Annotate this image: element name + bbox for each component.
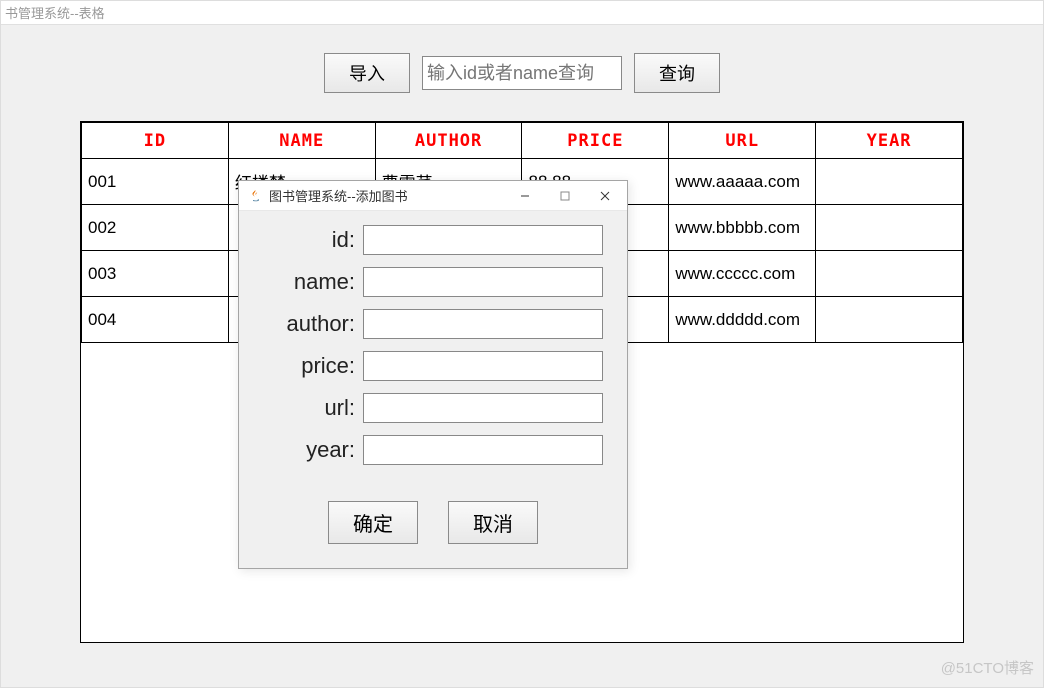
author-label: author: <box>263 311 363 337</box>
dialog-actions: 确定 取消 <box>239 487 627 568</box>
cell-id: 001 <box>82 159 229 205</box>
cell-url: www.aaaaa.com <box>669 159 816 205</box>
cell-url: www.ccccc.com <box>669 251 816 297</box>
ok-button[interactable]: 确定 <box>328 501 418 544</box>
main-window-title: 书管理系统--表格 <box>5 3 105 22</box>
cell-url: www.ddddd.com <box>669 297 816 343</box>
name-label: name: <box>263 269 363 295</box>
window-controls <box>505 182 625 210</box>
url-label: url: <box>263 395 363 421</box>
id-label: id: <box>263 227 363 253</box>
col-id: ID <box>82 123 229 159</box>
maximize-button[interactable] <box>545 182 585 210</box>
id-field[interactable] <box>363 225 603 255</box>
col-year: YEAR <box>816 123 963 159</box>
minimize-icon <box>520 191 530 201</box>
price-field[interactable] <box>363 351 603 381</box>
name-field[interactable] <box>363 267 603 297</box>
close-icon <box>600 191 610 201</box>
col-name: NAME <box>228 123 375 159</box>
query-button[interactable]: 查询 <box>634 53 720 93</box>
cell-id: 002 <box>82 205 229 251</box>
cell-url: www.bbbbb.com <box>669 205 816 251</box>
search-input[interactable] <box>422 56 622 90</box>
year-label: year: <box>263 437 363 463</box>
minimize-button[interactable] <box>505 182 545 210</box>
toolbar: 导入 查询 <box>1 25 1043 121</box>
dialog-title: 图书管理系统--添加图书 <box>269 186 505 205</box>
dialog-title-bar[interactable]: 图书管理系统--添加图书 <box>239 181 627 211</box>
table-header-row: ID NAME AUTHOR PRICE URL YEAR <box>82 123 963 159</box>
col-author: AUTHOR <box>375 123 522 159</box>
col-url: URL <box>669 123 816 159</box>
form-row-year: year: <box>263 435 603 465</box>
price-label: price: <box>263 353 363 379</box>
java-icon <box>247 188 263 204</box>
form-row-price: price: <box>263 351 603 381</box>
form-row-name: name: <box>263 267 603 297</box>
form-row-id: id: <box>263 225 603 255</box>
cancel-button[interactable]: 取消 <box>448 501 538 544</box>
cell-year <box>816 251 963 297</box>
cell-year <box>816 205 963 251</box>
cell-year <box>816 297 963 343</box>
main-title-bar: 书管理系统--表格 <box>1 1 1043 25</box>
cell-id: 003 <box>82 251 229 297</box>
maximize-icon <box>560 191 570 201</box>
col-price: PRICE <box>522 123 669 159</box>
url-field[interactable] <box>363 393 603 423</box>
cell-id: 004 <box>82 297 229 343</box>
import-button[interactable]: 导入 <box>324 53 410 93</box>
year-field[interactable] <box>363 435 603 465</box>
form-row-url: url: <box>263 393 603 423</box>
add-book-dialog: 图书管理系统--添加图书 id: name: author: pri <box>238 180 628 569</box>
close-button[interactable] <box>585 182 625 210</box>
form-row-author: author: <box>263 309 603 339</box>
author-field[interactable] <box>363 309 603 339</box>
cell-year <box>816 159 963 205</box>
dialog-body: id: name: author: price: url: year: <box>239 211 627 487</box>
